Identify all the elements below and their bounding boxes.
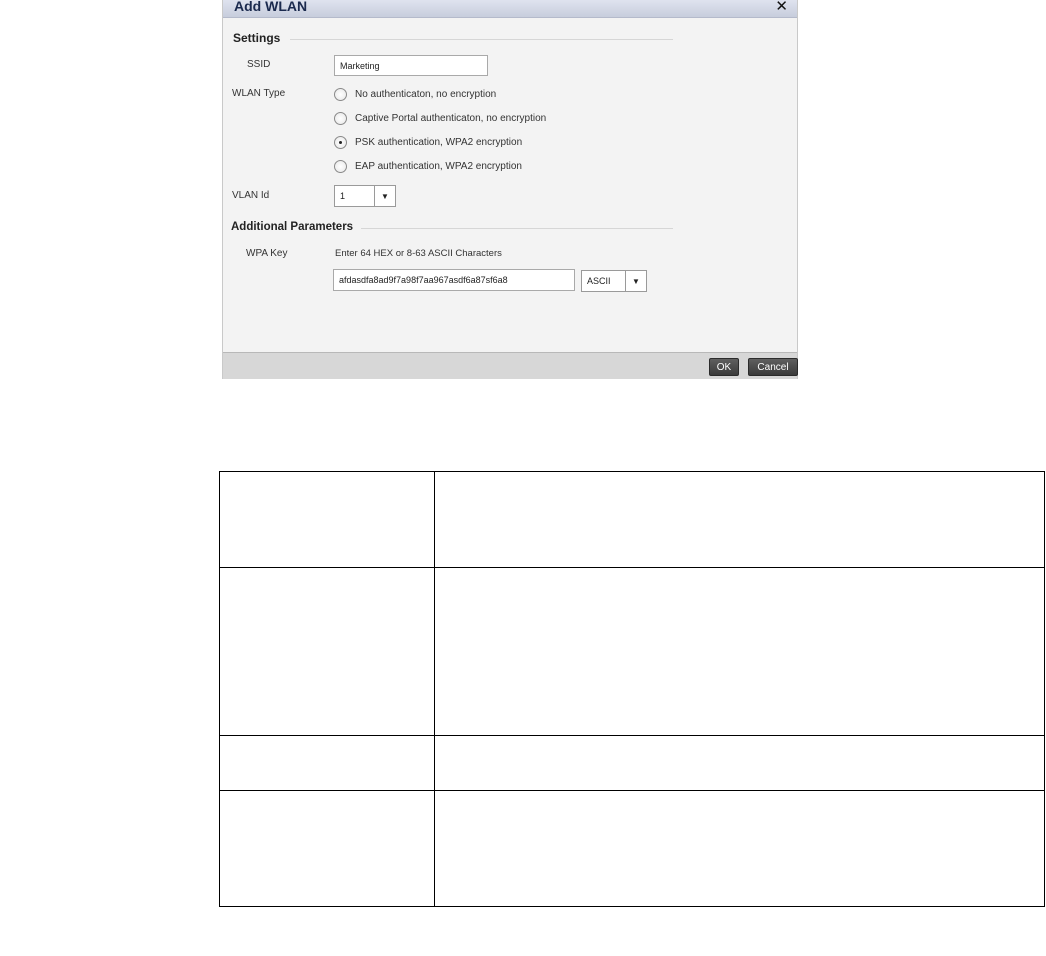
dialog-footer: OK Cancel xyxy=(223,352,798,379)
table-cell xyxy=(434,567,1045,736)
vlan-id-label: VLAN Id xyxy=(232,190,270,201)
ssid-label: SSID xyxy=(247,59,271,70)
wlan-type-option[interactable]: PSK authentication, WPA2 encryption xyxy=(334,136,522,149)
table-cell xyxy=(219,471,435,568)
ssid-input[interactable]: Marketing xyxy=(334,55,488,76)
table-cell xyxy=(219,790,435,907)
radio-label: EAP authentication, WPA2 encryption xyxy=(355,161,522,172)
table-cell xyxy=(219,567,435,736)
radio-eap[interactable] xyxy=(334,160,347,173)
radio-label: No authenticaton, no encryption xyxy=(355,89,497,100)
table-row xyxy=(219,567,1045,736)
wlan-type-option[interactable]: EAP authentication, WPA2 encryption xyxy=(334,160,522,173)
description-table xyxy=(219,471,1045,907)
settings-divider xyxy=(290,39,673,40)
page: Add WLAN ✕ Settings SSID Marketing WLAN … xyxy=(0,0,1046,956)
settings-heading: Settings xyxy=(233,31,281,45)
chevron-down-icon[interactable]: ▼ xyxy=(374,186,395,206)
radio-no-auth[interactable] xyxy=(334,88,347,101)
ok-button[interactable]: OK xyxy=(709,358,739,376)
key-format-value: ASCII xyxy=(587,276,611,286)
cancel-button[interactable]: Cancel xyxy=(748,358,798,376)
wpa-key-label: WPA Key xyxy=(246,248,288,259)
chevron-down-icon[interactable]: ▼ xyxy=(625,271,646,291)
vlan-id-select[interactable]: 1 ▼ xyxy=(334,185,396,207)
additional-parameters-heading: Additional Parameters xyxy=(231,221,354,233)
wlan-type-option[interactable]: No authenticaton, no encryption xyxy=(334,88,496,101)
wlan-type-label: WLAN Type xyxy=(232,88,286,99)
table-cell xyxy=(219,735,435,791)
table-cell xyxy=(434,790,1045,907)
wpa-key-hint: Enter 64 HEX or 8-63 ASCII Characters xyxy=(335,248,502,259)
add-wlan-dialog: Add WLAN ✕ Settings SSID Marketing WLAN … xyxy=(222,0,798,379)
table-cell xyxy=(434,735,1045,791)
table-row xyxy=(219,471,1045,568)
close-icon[interactable]: ✕ xyxy=(775,0,788,15)
table-row xyxy=(219,790,1045,907)
radio-captive-portal[interactable] xyxy=(334,112,347,125)
dialog-title: Add WLAN xyxy=(234,0,308,14)
vlan-id-value: 1 xyxy=(340,191,346,201)
radio-psk[interactable] xyxy=(334,136,347,149)
table-row xyxy=(219,735,1045,791)
radio-label: Captive Portal authenticaton, no encrypt… xyxy=(355,113,547,124)
radio-label: PSK authentication, WPA2 encryption xyxy=(355,137,523,148)
key-format-select[interactable]: ASCII ▼ xyxy=(581,270,647,292)
wlan-type-option[interactable]: Captive Portal authenticaton, no encrypt… xyxy=(334,112,546,125)
dialog-titlebar: Add WLAN ✕ xyxy=(223,0,797,18)
additional-divider xyxy=(361,228,673,229)
wpa-key-input[interactable]: afdasdfa8ad9f7a98f7aa967asdf6a87sf6a8 xyxy=(333,269,575,291)
table-cell xyxy=(434,471,1045,568)
